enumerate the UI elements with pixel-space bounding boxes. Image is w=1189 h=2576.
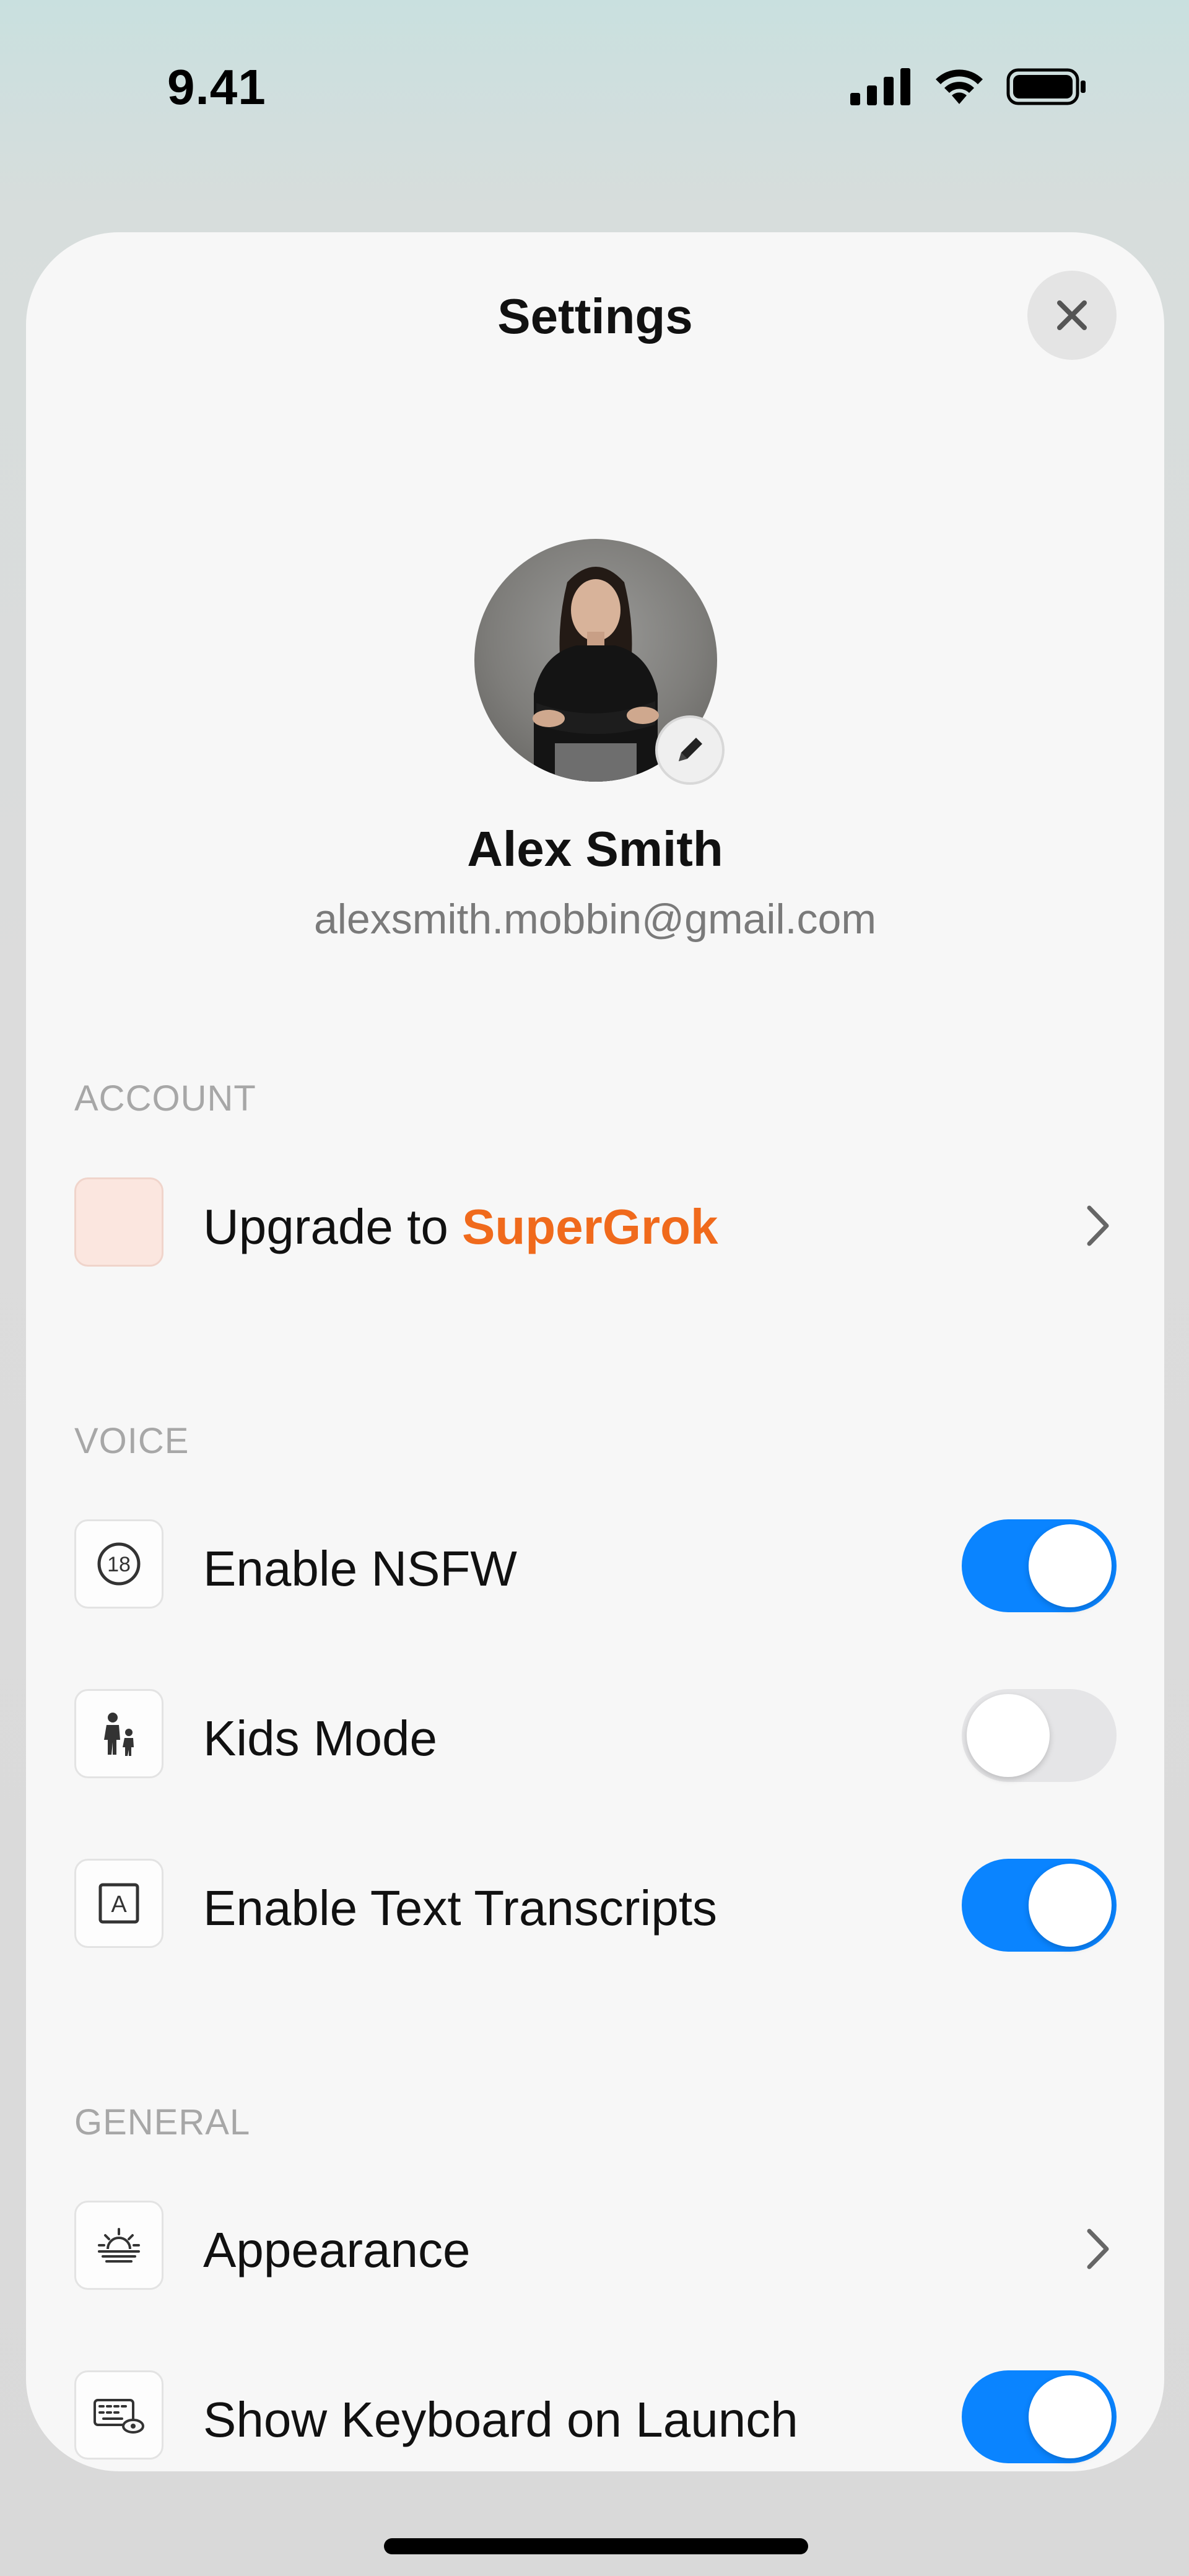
profile-email: alexsmith.mobbin@gmail.com: [313, 896, 876, 943]
upgrade-label-accent: SuperGrok: [462, 1199, 718, 1254]
svg-text:18: 18: [107, 1553, 131, 1576]
upgrade-label-prefix: Upgrade to: [203, 1199, 463, 1254]
kids-mode-row: Kids Mode: [74, 1689, 1117, 1782]
show-keyboard-label: Show Keyboard on Launch: [203, 2392, 798, 2447]
kids-mode-toggle[interactable]: [962, 1689, 1117, 1782]
toggle-knob: [1029, 1524, 1112, 1607]
close-button[interactable]: [1027, 271, 1117, 360]
close-icon: [1057, 300, 1087, 330]
badge-18-icon: 18: [74, 1519, 163, 1609]
chevron-right-icon: [1079, 1201, 1117, 1251]
enable-nsfw-row: 18 Enable NSFW: [74, 1519, 1117, 1612]
home-indicator: [384, 2538, 808, 2554]
kids-mode-label: Kids Mode: [203, 1711, 437, 1766]
edit-avatar-button[interactable]: [655, 715, 725, 785]
enable-text-transcripts-row: A Enable Text Transcripts: [74, 1859, 1117, 1952]
svg-text:A: A: [111, 1892, 127, 1918]
section-label-voice: VOICE: [74, 1421, 189, 1461]
appearance-row[interactable]: Appearance: [74, 2201, 1117, 2294]
page-title: Settings: [497, 289, 693, 344]
wifi-icon: [936, 69, 983, 104]
parent-child-icon: [74, 1689, 163, 1778]
enable-nsfw-toggle[interactable]: [962, 1519, 1117, 1612]
status-bar: 9.41: [0, 0, 1189, 180]
appearance-label: Appearance: [203, 2222, 471, 2277]
show-keyboard-toggle[interactable]: [962, 2370, 1117, 2463]
toggle-knob: [1029, 2375, 1112, 2458]
avatar-container: [474, 539, 725, 785]
status-icons: [850, 68, 1087, 105]
section-label-account: ACCOUNT: [74, 1078, 256, 1119]
toggle-knob: [967, 1694, 1050, 1777]
battery-icon: [1006, 68, 1086, 105]
show-keyboard-row: Show Keyboard on Launch: [74, 2370, 1117, 2463]
keyboard-eye-icon: [74, 2370, 163, 2460]
status-time: 9.41: [167, 59, 266, 115]
text-box-icon: A: [74, 1859, 163, 1948]
enable-nsfw-label: Enable NSFW: [203, 1541, 517, 1596]
sunrise-icon: [74, 2201, 163, 2290]
cellular-signal-icon: [850, 68, 910, 105]
supergrok-icon: [74, 1177, 163, 1267]
settings-sheet: Settings Alex Smith alexsmith.mobbin@gma…: [26, 232, 1164, 2471]
enable-text-transcripts-label: Enable Text Transcripts: [203, 1880, 718, 1936]
profile-name: Alex Smith: [467, 821, 723, 876]
section-label-general: GENERAL: [74, 2102, 251, 2142]
toggle-knob: [1029, 1864, 1112, 1947]
upgrade-label: Upgrade to SuperGrok: [203, 1198, 718, 1255]
upgrade-supergrok-row[interactable]: Upgrade to SuperGrok: [74, 1177, 1117, 1270]
pencil-icon: [679, 738, 702, 761]
chevron-right-icon: [1079, 2224, 1117, 2274]
enable-text-transcripts-toggle[interactable]: [962, 1859, 1117, 1952]
